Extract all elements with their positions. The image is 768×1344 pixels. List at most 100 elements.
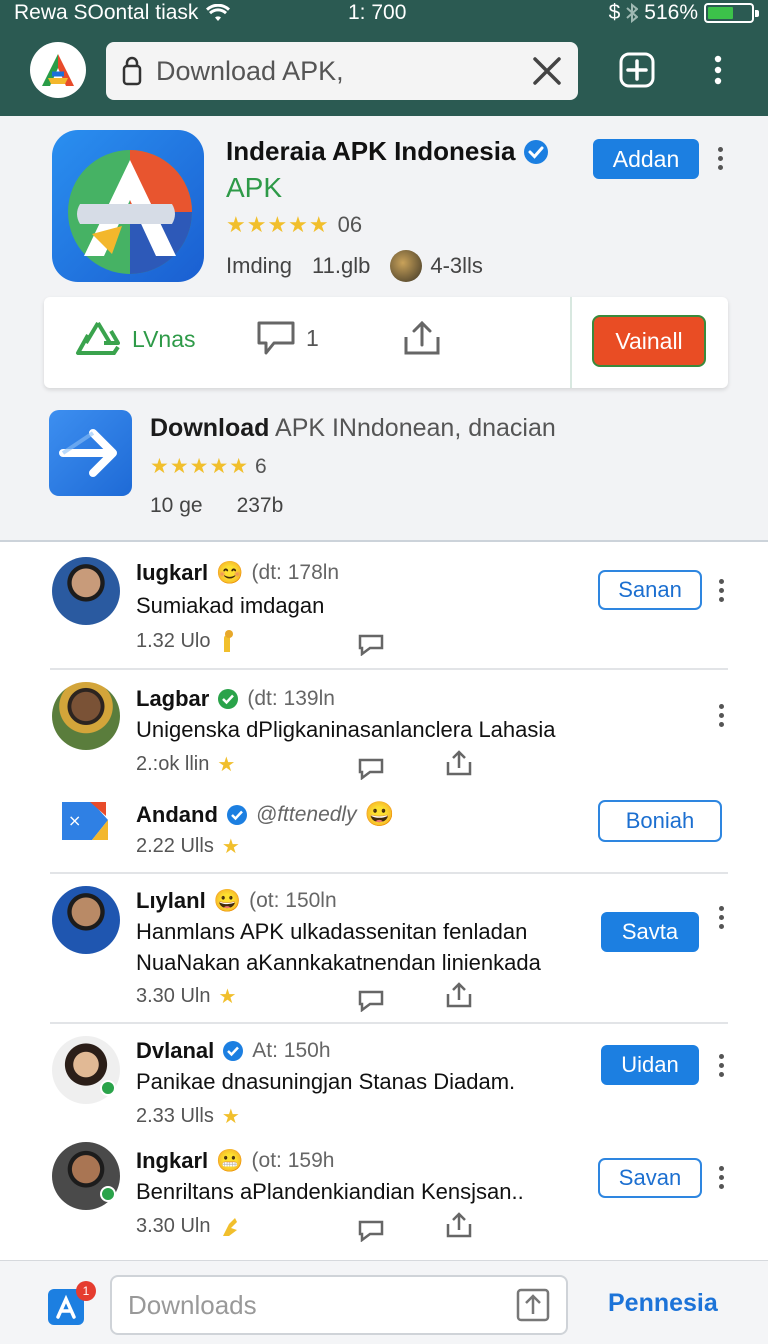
emoji-icon: 😬 bbox=[216, 1148, 244, 1173]
search-bar[interactable] bbox=[106, 42, 578, 100]
upload-icon[interactable] bbox=[444, 1212, 474, 1238]
rating-count: 06 bbox=[337, 212, 363, 237]
install-button[interactable]: Vainall bbox=[592, 315, 706, 367]
second-app-meta: 10 ge 237b bbox=[150, 494, 283, 518]
post-more-button[interactable] bbox=[711, 902, 731, 932]
post-action-button[interactable]: Savta bbox=[601, 912, 699, 952]
wifi-icon bbox=[206, 4, 231, 21]
post-stats: 1.32 Ulo bbox=[136, 628, 237, 654]
post-author[interactable]: Dvlanal At: 150h bbox=[136, 1038, 331, 1064]
emoji-icon: 😊 bbox=[216, 560, 244, 585]
post-text-line: NuaNakan aKannkakatnendan linienkada bbox=[136, 950, 541, 975]
post-stats: 2.22 Ulls ★ bbox=[136, 834, 241, 859]
post-action-button[interactable]: Uidan bbox=[601, 1045, 699, 1085]
bottom-link[interactable]: Pennesia bbox=[608, 1289, 718, 1318]
featured-app-subtitle: APK bbox=[226, 172, 283, 203]
featured-app-meta: Imding 11.glb 4-3lls bbox=[226, 250, 483, 282]
post-text-line: Benriltans aPlandenkiandian Kensjsan.. bbox=[136, 1179, 524, 1204]
comment-icon[interactable] bbox=[356, 754, 386, 780]
featured-app-logo-icon bbox=[68, 150, 192, 274]
post-stat: 3.30 Uln bbox=[136, 1214, 211, 1237]
online-status-dot bbox=[100, 1186, 116, 1202]
new-tab-button[interactable] bbox=[617, 50, 657, 90]
addan-button[interactable]: Addan bbox=[593, 139, 699, 179]
featured-more-button[interactable] bbox=[710, 143, 730, 173]
post-stats: 3.30 Uln bbox=[136, 1214, 241, 1238]
upload-icon bbox=[404, 320, 440, 355]
battery-icon bbox=[704, 3, 759, 23]
post-more-button[interactable] bbox=[711, 700, 731, 730]
lock-icon bbox=[122, 56, 142, 86]
post-author[interactable]: lugkarl 😊 (dt: 178ln bbox=[136, 560, 339, 586]
notification-badge: 1 bbox=[76, 1281, 96, 1301]
status-time: 1: 700 bbox=[348, 1, 407, 24]
avatar[interactable]: × bbox=[60, 796, 110, 846]
verified-badge-icon bbox=[218, 689, 239, 709]
top-header: Rewa SOontal tiask 1: 700 $ 516% bbox=[0, 0, 768, 116]
author-name: lugkarl bbox=[136, 560, 209, 585]
post-action-button[interactable]: Sanan bbox=[598, 570, 702, 610]
divider bbox=[50, 872, 728, 874]
action-divider bbox=[570, 297, 572, 388]
post-author[interactable]: Lagbar (dt: 139ln bbox=[136, 686, 335, 712]
comment-icon[interactable] bbox=[356, 1216, 386, 1242]
post-handle: @fttenedly bbox=[255, 802, 357, 826]
header-menu-button[interactable] bbox=[698, 50, 738, 90]
post-text-line: Hanmlans APK ulkadassenitan fenladan bbox=[136, 919, 528, 944]
post-more-button[interactable] bbox=[711, 575, 731, 605]
featured-app-title[interactable]: Inderaia APK Indonesia bbox=[226, 136, 549, 167]
second-app-title[interactable]: Download APK INndonean, dnacian bbox=[150, 414, 556, 443]
status-bar: Rewa SOontal tiask 1: 700 $ 516% bbox=[0, 0, 768, 26]
post-handle: (dt: 178ln bbox=[251, 561, 340, 584]
post-author[interactable]: Lıylanl 😀 (ot: 150ln bbox=[136, 888, 337, 914]
featured-app-rating: ★★★★★ 06 bbox=[226, 212, 362, 238]
post-text: Panikae dnasuningjan Stanas Diadam. bbox=[136, 1066, 515, 1097]
upload-icon[interactable] bbox=[444, 982, 474, 1008]
second-app-rating: ★★★★★ 6 bbox=[150, 454, 267, 479]
add-icon bbox=[619, 52, 655, 88]
dollar-icon: $ bbox=[608, 1, 621, 24]
avatar[interactable] bbox=[52, 886, 120, 954]
comment-icon[interactable] bbox=[356, 630, 386, 656]
post-more-button[interactable] bbox=[711, 1162, 731, 1192]
star-icon: ★ bbox=[218, 986, 238, 1008]
app-logo[interactable] bbox=[30, 42, 86, 98]
upload-icon[interactable] bbox=[516, 1288, 550, 1322]
meta-reviews: 4-3lls bbox=[390, 250, 483, 282]
close-icon[interactable] bbox=[532, 56, 562, 86]
post-more-button[interactable] bbox=[711, 1050, 731, 1080]
comment-action[interactable]: 1 bbox=[256, 319, 319, 357]
featured-action-bar: LVnas 1 Vainall bbox=[44, 297, 728, 388]
share-upload-action[interactable] bbox=[402, 319, 442, 357]
search-input[interactable] bbox=[156, 55, 532, 87]
second-app-title-rest: APK INndonean, dnacian bbox=[275, 414, 556, 442]
post-stats: 3.30 Uln ★ bbox=[136, 984, 237, 1009]
post-text-line: Panikae dnasuningjan Stanas Diadam. bbox=[136, 1069, 516, 1094]
post-action-button[interactable]: Savan bbox=[598, 1158, 702, 1198]
post-author[interactable]: Ingkarl 😬 (ot: 159h bbox=[136, 1148, 334, 1174]
avatar[interactable] bbox=[52, 682, 120, 750]
divider bbox=[50, 1022, 728, 1024]
hand-icon bbox=[223, 630, 233, 652]
upload-icon[interactable] bbox=[444, 750, 474, 776]
star-icon: ★ bbox=[221, 1106, 241, 1128]
author-name: Ingkarl bbox=[136, 1148, 209, 1173]
post-handle: (dt: 139ln bbox=[247, 687, 335, 710]
featured-app-icon[interactable] bbox=[52, 130, 204, 282]
post-author[interactable]: Andand @fttenedly 😀 bbox=[136, 800, 395, 829]
post-stat: 2.22 Ulls bbox=[136, 835, 214, 857]
comment-icon[interactable] bbox=[356, 986, 386, 1012]
second-app-icon[interactable] bbox=[49, 410, 132, 496]
post-stat: 2.33 Ulls bbox=[136, 1105, 214, 1127]
avatar[interactable] bbox=[52, 557, 120, 625]
downloads-field[interactable]: Downloads bbox=[110, 1275, 568, 1335]
author-name: Lagbar bbox=[136, 686, 210, 711]
share-action[interactable]: LVnas bbox=[74, 319, 196, 359]
emoji-icon: 😀 bbox=[213, 888, 242, 913]
emoji-icon: 😀 bbox=[364, 801, 395, 828]
bluetooth-icon bbox=[626, 3, 639, 23]
meta-reviews-count: 4-3lls bbox=[430, 253, 483, 278]
post-handle: (ot: 159h bbox=[251, 1149, 335, 1172]
status-right: $ 516% bbox=[608, 1, 759, 25]
post-action-button[interactable]: Boniah bbox=[598, 800, 722, 842]
